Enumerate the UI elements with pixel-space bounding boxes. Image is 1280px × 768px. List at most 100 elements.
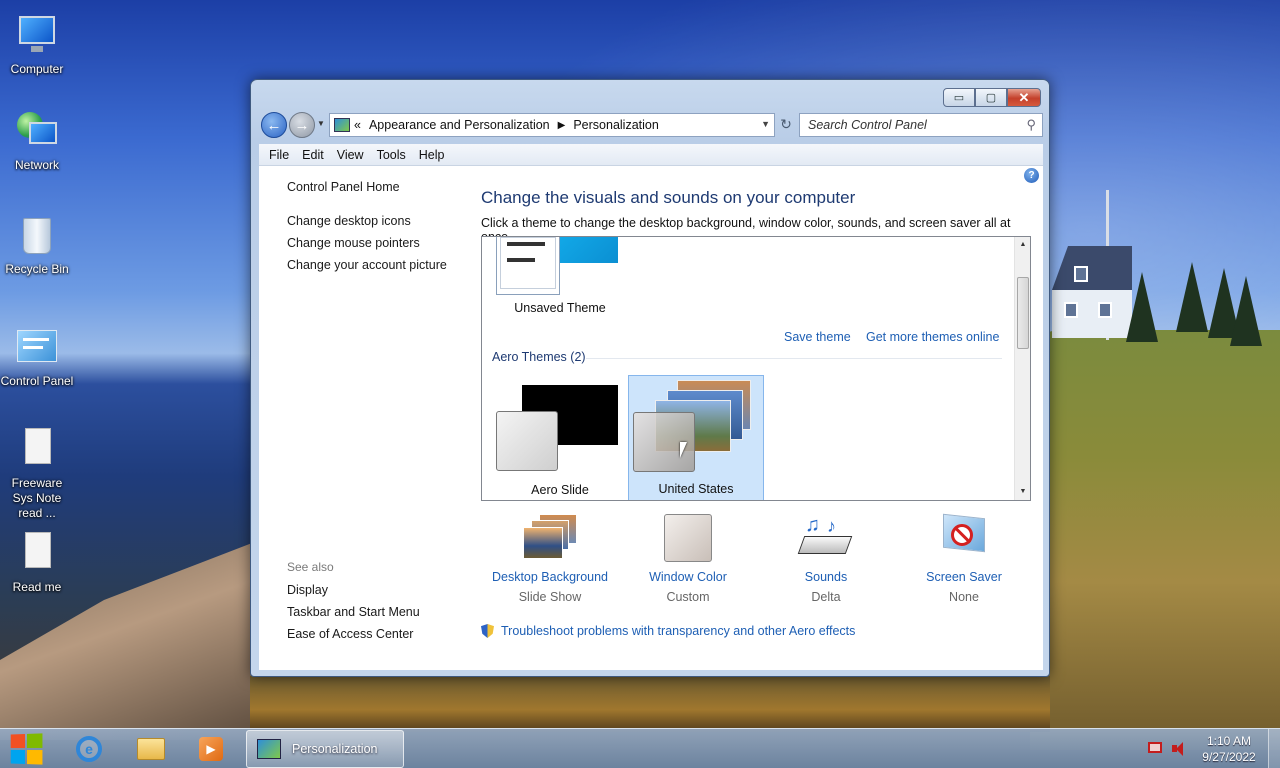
start-button[interactable]	[10, 733, 43, 765]
troubleshoot-link[interactable]: Troubleshoot problems with transparency …	[481, 624, 855, 638]
see-also-ease-of-access[interactable]: Ease of Access Center	[287, 627, 420, 641]
minimize-button[interactable]: ▭	[943, 88, 975, 107]
wallpaper-meadow	[1030, 330, 1280, 750]
desktop-icon-label: Control Panel	[0, 374, 74, 388]
menu-view[interactable]: View	[337, 148, 364, 162]
save-theme-link[interactable]: Save theme	[784, 330, 851, 344]
file-explorer-icon[interactable]	[134, 733, 168, 765]
menu-bar: File Edit View Tools Help	[259, 144, 1043, 166]
page-title: Change the visuals and sounds on your co…	[481, 188, 856, 207]
theme-label: Aero Slide	[531, 483, 589, 497]
get-more-themes-link[interactable]: Get more themes online	[866, 330, 999, 344]
close-button[interactable]: ✕	[1007, 88, 1041, 107]
internet-explorer-icon[interactable]: e	[72, 733, 106, 765]
theme-united-states[interactable]: United States	[628, 375, 764, 500]
sounds-option[interactable]: ♫ ♪ Sounds Delta	[761, 514, 891, 604]
aero-themes-divider	[586, 358, 1002, 359]
see-also-display[interactable]: Display	[287, 583, 420, 597]
personalization-window: ▭ ▢ ✕ ← → ▼ « Appearance and Personaliza…	[250, 79, 1050, 677]
screen-saver-icon	[935, 513, 993, 564]
maximize-button[interactable]: ▢	[975, 88, 1007, 107]
menu-help[interactable]: Help	[419, 148, 445, 162]
window-color-option[interactable]: Window Color Custom	[623, 514, 753, 604]
taskbar-personalization-button[interactable]: Personalization	[246, 730, 404, 768]
theme-list-scrollbar[interactable]: ▲ ▼	[1014, 237, 1030, 500]
desktop-icon-label: Network	[14, 158, 59, 172]
clock-time: 1:10 AM	[1206, 734, 1252, 748]
address-dropdown-icon[interactable]: ▼	[761, 119, 770, 129]
desktop-icon-network[interactable]: Network	[0, 110, 74, 173]
sidebar-change-account-picture[interactable]: Change your account picture	[287, 258, 467, 272]
unsaved-theme-thumbnail[interactable]	[496, 237, 560, 295]
volume-muted-icon[interactable]	[1172, 742, 1187, 756]
desktop-icon-read-me[interactable]: Read me	[0, 532, 74, 595]
address-bar[interactable]: « Appearance and Personalization ▶ Perso…	[329, 113, 775, 137]
network-icon	[15, 110, 59, 154]
help-icon[interactable]: ?	[1024, 168, 1039, 183]
search-input[interactable]: Search Control Panel ⚲	[799, 113, 1043, 137]
search-icon[interactable]: ⚲	[1026, 117, 1036, 133]
menu-tools[interactable]: Tools	[377, 148, 406, 162]
wallpaper-foreground	[250, 676, 1050, 732]
network-warning-icon[interactable]	[1148, 742, 1163, 756]
see-also-taskbar[interactable]: Taskbar and Start Menu	[287, 605, 420, 619]
wallpaper-tree	[1230, 276, 1262, 346]
theme-list: Unsaved Theme Save theme Get more themes…	[481, 236, 1031, 501]
scroll-down-icon[interactable]: ▼	[1015, 484, 1030, 500]
theme-aero-slide[interactable]: Aero Slide	[492, 375, 628, 500]
taskbar-task-label: Personalization	[292, 742, 378, 756]
computer-icon	[15, 14, 59, 58]
control-panel-icon	[334, 118, 350, 132]
shield-icon	[481, 624, 494, 638]
refresh-icon[interactable]: ↻	[777, 116, 795, 134]
sidebar-control-panel-home[interactable]: Control Panel Home	[287, 180, 467, 194]
wallpaper-house	[1052, 246, 1132, 338]
address-overflow-chevron[interactable]: «	[354, 118, 361, 132]
wallpaper-tree	[1176, 262, 1208, 332]
troubleshoot-label[interactable]: Troubleshoot problems with transparency …	[501, 624, 855, 638]
desktop-background-option[interactable]: Desktop Background Slide Show	[485, 514, 615, 604]
document-icon	[15, 428, 59, 472]
aero-themes-header: Aero Themes (2)	[492, 350, 586, 364]
content-pane: Control Panel Home Change desktop icons …	[259, 166, 1043, 670]
sidebar-change-mouse-pointers[interactable]: Change mouse pointers	[287, 236, 467, 250]
scroll-thumb[interactable]	[1017, 277, 1029, 349]
desktop-icon-computer[interactable]: Computer	[0, 14, 74, 77]
sidebar: Control Panel Home Change desktop icons …	[287, 180, 467, 280]
breadcrumb-separator-icon[interactable]: ▶	[558, 120, 566, 131]
back-button[interactable]: ←	[261, 112, 287, 138]
screen-saver-label[interactable]: Screen Saver	[899, 570, 1029, 584]
desktop-icon-label: Freeware Sys Note read ...	[11, 476, 63, 520]
window-color-label[interactable]: Window Color	[623, 570, 753, 584]
menu-edit[interactable]: Edit	[302, 148, 324, 162]
breadcrumb-personalization[interactable]: Personalization	[573, 118, 658, 132]
media-player-icon[interactable]: ▶	[194, 733, 228, 765]
window-color-value: Custom	[666, 590, 710, 604]
document-icon	[15, 532, 59, 576]
unsaved-theme-wallpaper	[560, 237, 618, 263]
screen-saver-option[interactable]: Screen Saver None	[899, 513, 1029, 604]
desktop-background-icon	[521, 514, 579, 564]
sidebar-change-desktop-icons[interactable]: Change desktop icons	[287, 214, 467, 228]
taskbar: e ▶ Personalization 1:10 AM 9/27/2022	[0, 728, 1280, 768]
screen-saver-value: None	[949, 590, 979, 604]
desktop-icon-label: Read me	[12, 580, 62, 594]
caption-buttons: ▭ ▢ ✕	[943, 88, 1041, 107]
show-desktop-button[interactable]	[1268, 729, 1280, 768]
desktop-icon-label: Computer	[10, 62, 64, 76]
recent-pages-dropdown-icon[interactable]: ▼	[317, 119, 325, 128]
desktop-background-label[interactable]: Desktop Background	[485, 570, 615, 584]
clock-date: 9/27/2022	[1202, 750, 1256, 764]
forward-button[interactable]: →	[289, 112, 315, 138]
sounds-label[interactable]: Sounds	[761, 570, 891, 584]
desktop-icon-freeware-note[interactable]: Freeware Sys Note read ...	[0, 428, 74, 521]
desktop-icon-control-panel[interactable]: Control Panel	[0, 326, 74, 389]
menu-file[interactable]: File	[269, 148, 289, 162]
desktop-background-value: Slide Show	[518, 590, 582, 604]
breadcrumb-appearance[interactable]: Appearance and Personalization	[369, 118, 550, 132]
desktop-icon-recycle-bin[interactable]: Recycle Bin	[0, 214, 74, 277]
system-clock[interactable]: 1:10 AM 9/27/2022	[1196, 733, 1262, 765]
unsaved-theme-label[interactable]: Unsaved Theme	[496, 301, 624, 315]
scroll-up-icon[interactable]: ▲	[1015, 237, 1030, 253]
recycle-bin-icon	[15, 214, 59, 258]
